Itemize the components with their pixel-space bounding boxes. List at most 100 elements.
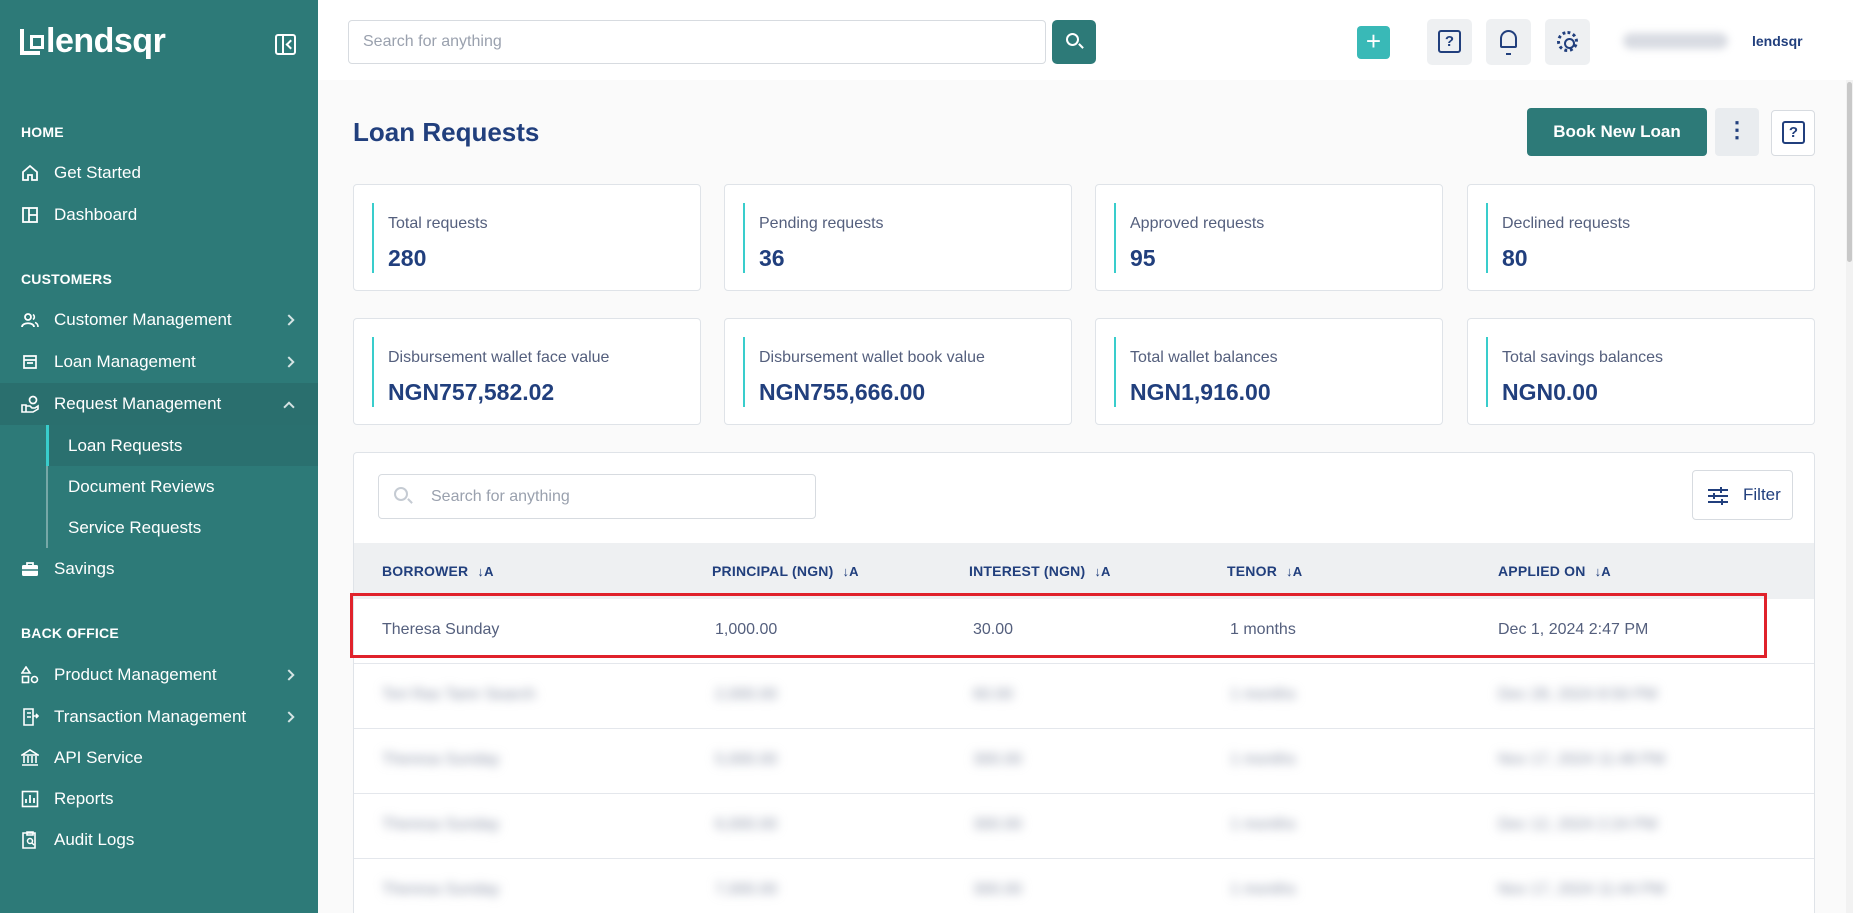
- stat-accent-bar: [743, 203, 745, 273]
- cell-interest: 300.00: [973, 816, 1022, 833]
- cell-principal: 5,000.00: [715, 751, 778, 768]
- stat-accent-bar: [1114, 203, 1116, 273]
- sidebar-item-reports[interactable]: Reports: [0, 778, 318, 820]
- column-header-label: APPLIED ON: [1498, 563, 1586, 579]
- sidebar-item-audit-logs[interactable]: Audit Logs: [0, 819, 318, 861]
- cell-applied-on: Nov 17, 2024 11:44 PM: [1498, 881, 1665, 898]
- stat-card-total-wallet-balances: Total wallet balances NGN1,916.00: [1095, 318, 1443, 425]
- collapse-sidebar-icon[interactable]: [275, 34, 296, 55]
- table-search[interactable]: [378, 474, 816, 519]
- help-button[interactable]: ?: [1427, 19, 1472, 65]
- logo-text: lendsqr: [46, 22, 166, 60]
- users-icon: [21, 313, 39, 328]
- more-options-button[interactable]: ⋮: [1715, 108, 1759, 156]
- stat-value: NGN1,916.00: [1130, 379, 1271, 405]
- stat-label: Pending requests: [759, 215, 884, 232]
- stat-card-disbursement-book-value: Disbursement wallet book value NGN755,66…: [724, 318, 1072, 425]
- stat-accent-bar: [1486, 203, 1488, 273]
- sidebar-item-transaction-management[interactable]: Transaction Management: [0, 696, 318, 738]
- global-search-button[interactable]: [1052, 20, 1096, 64]
- cell-borrower: Theresa Sunday: [382, 881, 500, 898]
- column-header-label: BORROWER: [382, 563, 469, 579]
- stat-value: NGN0.00: [1502, 379, 1598, 405]
- page-title: Loan Requests: [353, 117, 540, 147]
- book-new-loan-button[interactable]: Book New Loan: [1527, 108, 1707, 156]
- column-header-interest[interactable]: INTEREST (NGN) ↓A: [969, 563, 1111, 579]
- table-row[interactable]: Tori Ras Tamr Search 2,000.00 60.00 1 mo…: [354, 664, 1814, 729]
- gear-icon: [1557, 31, 1578, 52]
- sidebar: lendsqr HOME Get Started Dashboard CUSTO…: [0, 0, 318, 913]
- sidebar-item-product-management[interactable]: Product Management: [0, 654, 318, 696]
- column-header-borrower[interactable]: BORROWER ↓A: [382, 563, 494, 579]
- home-icon: [22, 164, 38, 181]
- sort-icon[interactable]: ↓A: [842, 564, 858, 579]
- receipt-icon: [23, 708, 39, 726]
- column-header-tenor[interactable]: TENOR ↓A: [1227, 563, 1302, 579]
- stat-value: 80: [1502, 245, 1528, 271]
- bell-icon: [1500, 30, 1517, 55]
- sort-icon[interactable]: ↓A: [1286, 564, 1302, 579]
- sort-icon[interactable]: ↓A: [477, 564, 493, 579]
- page-scrollbar-thumb[interactable]: [1847, 82, 1852, 262]
- cell-borrower: Theresa Sunday: [382, 816, 500, 833]
- filter-label: Filter: [1743, 485, 1781, 504]
- sort-icon[interactable]: ↓A: [1595, 564, 1611, 579]
- stat-value: NGN757,582.02: [388, 379, 555, 405]
- cell-borrower: Theresa Sunday: [382, 751, 500, 768]
- settings-button[interactable]: [1545, 19, 1590, 65]
- sidebar-item-label: Reports: [54, 789, 114, 808]
- sidebar-item-loan-management[interactable]: Loan Management: [0, 341, 318, 383]
- cell-tenor: 1 months: [1230, 751, 1296, 768]
- cell-borrower: Theresa Sunday: [382, 621, 500, 638]
- cell-tenor: 1 months: [1230, 881, 1296, 898]
- sidebar-item-dashboard[interactable]: Dashboard: [0, 194, 318, 236]
- table-row[interactable]: Theresa Sunday 7,000.00 300.00 1 months …: [354, 859, 1814, 913]
- sidebar-item-label: Savings: [54, 559, 115, 578]
- cell-borrower: Tori Ras Tamr Search: [382, 686, 536, 703]
- loan-icon: [23, 355, 37, 369]
- sidebar-item-service-requests[interactable]: Service Requests: [48, 507, 320, 548]
- page-help-button[interactable]: ?: [1771, 110, 1815, 156]
- sidebar-item-api-service[interactable]: API Service: [0, 737, 318, 779]
- search-icon: [394, 487, 408, 501]
- table-search-input[interactable]: [431, 485, 801, 509]
- stat-accent-bar: [1114, 337, 1116, 407]
- add-button[interactable]: +: [1357, 26, 1390, 59]
- column-header-applied-on[interactable]: APPLIED ON ↓A: [1498, 563, 1611, 579]
- stat-label: Total requests: [388, 215, 488, 232]
- table-row[interactable]: Theresa Sunday 5,000.00 300.00 1 months …: [354, 729, 1814, 794]
- global-search-input[interactable]: [348, 20, 1046, 64]
- cell-principal: 1,000.00: [715, 621, 778, 638]
- chevron-down-icon: [283, 356, 295, 368]
- bank-icon: [21, 749, 39, 766]
- table-row[interactable]: Theresa Sunday 6,000.00 300.00 1 months …: [354, 794, 1814, 859]
- column-header-label: TENOR: [1227, 563, 1277, 579]
- sidebar-item-get-started[interactable]: Get Started: [0, 152, 318, 194]
- sidebar-item-request-management[interactable]: Request Management: [0, 383, 318, 425]
- sidebar-item-document-reviews[interactable]: Document Reviews: [48, 466, 320, 507]
- column-header-label: INTEREST (NGN): [969, 563, 1086, 579]
- sort-icon[interactable]: ↓A: [1094, 564, 1110, 579]
- chevron-up-icon: [283, 401, 295, 413]
- cell-applied-on: Dec 1, 2024 2:47 PM: [1498, 621, 1649, 638]
- stat-label: Disbursement wallet book value: [759, 349, 985, 366]
- stat-card-declined-requests: Declined requests 80: [1467, 184, 1815, 291]
- stat-label: Total wallet balances: [1130, 349, 1278, 366]
- sidebar-item-label: Request Management: [54, 394, 222, 413]
- filter-button[interactable]: Filter: [1692, 470, 1793, 520]
- table-header: BORROWER ↓A PRINCIPAL (NGN) ↓A INTEREST …: [354, 543, 1814, 599]
- user-name-blurred[interactable]: [1623, 33, 1728, 49]
- sidebar-item-label: Get Started: [54, 163, 141, 182]
- column-header-principal[interactable]: PRINCIPAL (NGN) ↓A: [712, 563, 859, 579]
- notifications-button[interactable]: [1486, 19, 1531, 65]
- cell-tenor: 1 months: [1230, 686, 1296, 703]
- sidebar-item-savings[interactable]: Savings: [0, 548, 318, 590]
- stat-card-total-requests: Total requests 280: [353, 184, 701, 291]
- logo-mark-icon: [20, 28, 44, 55]
- table-row[interactable]: Theresa Sunday 1,000.00 30.00 1 months D…: [354, 599, 1814, 664]
- sidebar-item-loan-requests[interactable]: Loan Requests: [46, 425, 318, 466]
- sidebar-item-customer-management[interactable]: Customer Management: [0, 299, 318, 341]
- stat-card-disbursement-face-value: Disbursement wallet face value NGN757,58…: [353, 318, 701, 425]
- lendsqr-logo[interactable]: lendsqr: [20, 22, 166, 61]
- cell-interest: 300.00: [973, 751, 1022, 768]
